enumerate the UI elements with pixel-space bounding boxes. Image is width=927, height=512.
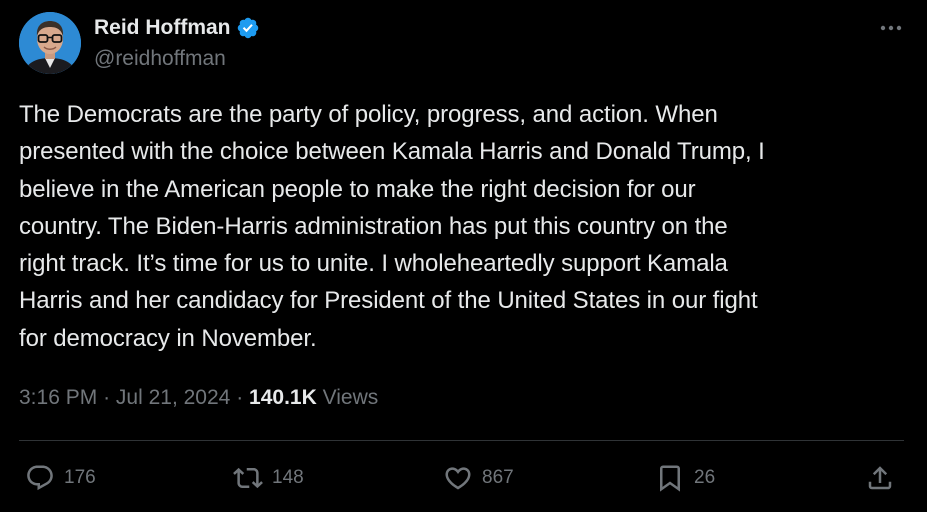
- heart-icon: [443, 463, 473, 493]
- divider: [19, 440, 904, 441]
- meta-separator: ·: [103, 386, 111, 409]
- more-horizontal-icon: [878, 25, 904, 42]
- tweet-card: Reid Hoffman @reidhoffman The Democrats …: [0, 0, 927, 512]
- tweet-time[interactable]: 3:16 PM: [19, 386, 97, 409]
- like-count: 867: [482, 467, 514, 488]
- views-label: Views: [322, 386, 379, 409]
- more-options-button[interactable]: [878, 18, 904, 38]
- author-handle[interactable]: @reidhoffman: [94, 45, 226, 73]
- action-bar: 176 148 867 26: [19, 458, 904, 498]
- tweet-date[interactable]: Jul 21, 2024: [116, 386, 230, 409]
- reply-button[interactable]: 176: [25, 458, 96, 498]
- avatar[interactable]: [19, 12, 81, 74]
- reply-icon: [25, 463, 55, 493]
- views-count: 140.1K: [249, 386, 317, 409]
- bookmark-button[interactable]: 26: [655, 458, 715, 498]
- share-icon: [865, 463, 895, 493]
- bookmark-count: 26: [694, 467, 716, 488]
- author-display-name[interactable]: Reid Hoffman: [94, 13, 231, 43]
- repost-button[interactable]: 148: [233, 458, 304, 498]
- repost-count: 148: [272, 467, 304, 488]
- share-button[interactable]: [865, 458, 895, 498]
- bookmark-icon: [655, 463, 685, 493]
- tweet-meta: 3:16 PM · Jul 21, 2024 · 140.1K Views: [19, 384, 378, 412]
- meta-separator: ·: [236, 386, 244, 409]
- author-name-row: Reid Hoffman: [94, 13, 260, 43]
- like-button[interactable]: 867: [443, 458, 514, 498]
- reply-count: 176: [64, 467, 96, 488]
- tweet-text: The Democrats are the party of policy, p…: [19, 101, 765, 352]
- repost-icon: [233, 463, 263, 493]
- verified-badge-icon[interactable]: [236, 16, 260, 40]
